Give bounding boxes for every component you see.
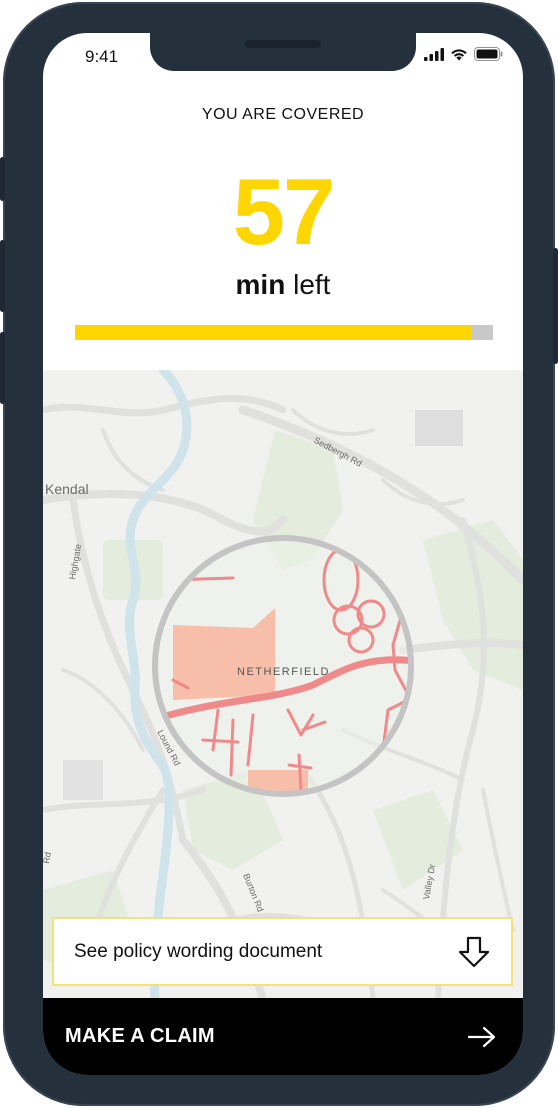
minutes-remaining: 57 <box>232 159 336 264</box>
status-icons <box>424 47 503 61</box>
make-claim-label: MAKE A CLAIM <box>65 1025 215 1047</box>
minutes-unit-bold: min <box>235 269 286 300</box>
signal-icon <box>424 47 444 61</box>
map-label-area: NETHERFIELD <box>237 666 330 678</box>
app-screen: 9:41 YOU ARE COVERED 57 min left Kendal … <box>43 33 523 1075</box>
volume-up-button <box>0 240 5 312</box>
minutes-unit: min left <box>43 269 523 301</box>
map-canvas: Kendal NETHERFIELD Sedbergh Rd Highgate … <box>43 370 523 1000</box>
volume-down-button <box>0 332 5 404</box>
map-label-burton: Burton Rd <box>241 872 265 913</box>
map-building-2 <box>63 760 103 800</box>
phone-frame: 9:41 YOU ARE COVERED 57 min left Kendal … <box>0 2 558 1106</box>
map-building <box>415 410 463 446</box>
speaker <box>245 40 321 48</box>
map-label-town: Kendal <box>45 481 89 497</box>
download-arrow-icon <box>458 936 490 967</box>
status-time: 9:41 <box>85 47 119 66</box>
coverage-label: YOU ARE COVERED <box>201 106 365 123</box>
wifi-icon <box>451 48 467 60</box>
coverage-progress-fill <box>75 325 473 340</box>
notch <box>150 33 416 71</box>
minutes-unit-rest: left <box>285 269 331 300</box>
power-button <box>553 248 558 364</box>
mute-switch <box>0 157 5 201</box>
policy-document-button[interactable]: See policy wording document <box>52 917 513 986</box>
map-label-rd: Rd <box>43 851 53 864</box>
coverage-map[interactable]: Kendal NETHERFIELD Sedbergh Rd Highgate … <box>43 370 523 1000</box>
battery-icon <box>474 47 503 61</box>
map-label-highgate: Highgate <box>67 543 83 580</box>
make-claim-button[interactable]: MAKE A CLAIM <box>43 998 523 1075</box>
policy-document-label: See policy wording document <box>74 940 323 962</box>
coverage-progress-bar <box>75 325 493 340</box>
arrow-right-icon <box>467 1026 496 1047</box>
